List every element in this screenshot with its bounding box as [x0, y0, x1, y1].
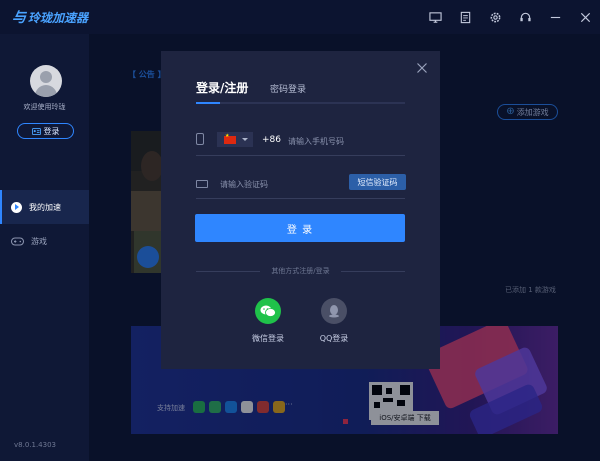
screen-icon: [428, 11, 442, 23]
china-flag-icon: [224, 133, 236, 144]
sidebar-item-my-boost[interactable]: 我的加速: [0, 190, 89, 224]
sms-code-button[interactable]: 短信验证码: [349, 174, 406, 190]
close-window-button[interactable]: [570, 0, 600, 34]
minimize-icon: [550, 16, 560, 18]
code-input-underline: [196, 198, 405, 199]
clipboard-button[interactable]: [450, 0, 480, 34]
welcome-text: 欢迎使用玲珑: [23, 103, 66, 111]
phone-input-underline: [196, 155, 405, 156]
screen-button[interactable]: [420, 0, 450, 34]
version-label: v8.0.1.4303: [14, 441, 56, 449]
tab-active-indicator: [196, 102, 220, 104]
rocket-icon: [11, 201, 22, 213]
sidebar-item-label: 游戏: [31, 236, 47, 246]
qq-login-button[interactable]: [321, 298, 347, 324]
sidebar-login-label: 登录: [43, 126, 60, 136]
avatar-head: [40, 71, 52, 83]
sidebar-login-button[interactable]: 登录: [17, 123, 74, 139]
wechat-login-button[interactable]: [255, 298, 281, 324]
headset-icon: [519, 12, 531, 21]
country-code: +86: [262, 135, 281, 145]
sidebar-item-label: 我的加速: [29, 202, 61, 212]
qq-penguin-icon: [329, 305, 339, 318]
sidebar: 欢迎使用玲珑 登录 我的加速 游戏 v8.0.1.4303: [0, 34, 89, 461]
avatar-body: [35, 85, 57, 97]
title-bar-controls: [420, 0, 600, 34]
close-icon[interactable]: [416, 62, 428, 74]
gear-icon: [490, 12, 500, 22]
phone-input[interactable]: 请输入手机号码: [288, 136, 344, 147]
wechat-icon: [260, 305, 276, 317]
tab-underline: [196, 102, 405, 104]
phone-icon: [196, 133, 204, 145]
keyboard-icon: [196, 180, 208, 188]
minimize-button[interactable]: [540, 0, 570, 34]
qq-login-label: QQ登录: [319, 334, 349, 343]
gamepad-icon: [11, 237, 24, 245]
clipboard-icon: [460, 11, 470, 23]
title-bar: 与 玲珑加速器: [0, 0, 600, 34]
sidebar-item-games[interactable]: 游戏: [0, 224, 89, 258]
tab-login-register[interactable]: 登录/注册: [196, 79, 248, 96]
login-modal: [161, 51, 440, 369]
logo-mark: 与: [12, 10, 26, 26]
avatar[interactable]: [30, 65, 62, 97]
id-card-icon: [31, 127, 41, 135]
close-icon: [580, 12, 590, 22]
login-button[interactable]: 登 录: [195, 214, 405, 242]
support-button[interactable]: [510, 0, 540, 34]
wechat-login-label: 微信登录: [252, 334, 284, 343]
chevron-down-icon: [242, 138, 248, 141]
verification-code-input[interactable]: 请输入验证码: [220, 179, 268, 190]
settings-button[interactable]: [480, 0, 510, 34]
app-logo: 与 玲珑加速器: [12, 8, 88, 26]
tab-password-login[interactable]: 密码登录: [270, 82, 306, 95]
country-selector[interactable]: [217, 132, 253, 147]
logo-text: 玲珑加速器: [28, 10, 89, 25]
divider-right: [341, 271, 405, 272]
